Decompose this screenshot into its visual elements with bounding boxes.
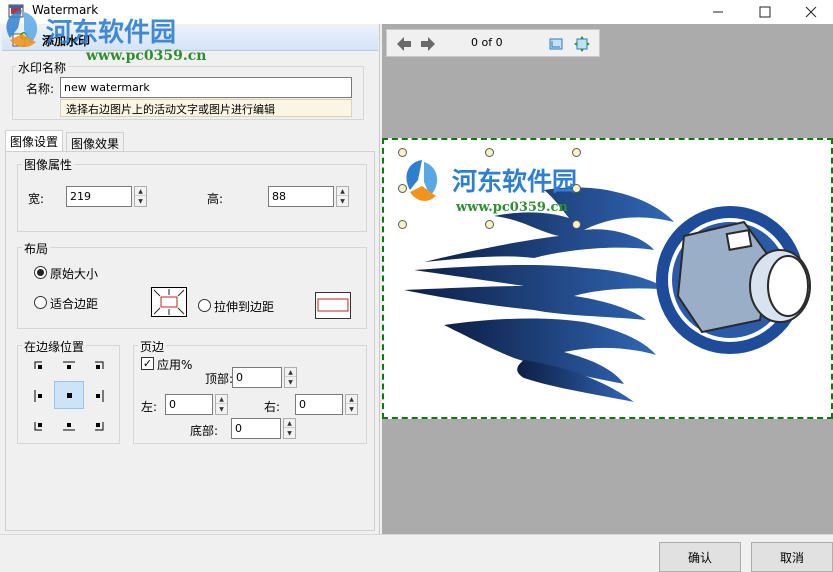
hint-text: 选择右边图片上的活动文字或图片进行编辑 bbox=[60, 99, 352, 117]
right-margin-label: 右: bbox=[264, 400, 281, 414]
watermark-name-title: 水印名称 bbox=[16, 59, 69, 76]
width-spinner[interactable]: ▲ ▼ bbox=[134, 186, 147, 207]
fit-margin-icon bbox=[151, 287, 187, 317]
preview-area: 0 of 0 河东软件园 www.pc0359.cn bbox=[382, 24, 833, 534]
prev-arrow-icon[interactable] bbox=[395, 35, 413, 53]
top-margin-spinner[interactable]: ▲ ▼ bbox=[284, 367, 297, 388]
watermark-logo-icon bbox=[402, 158, 442, 204]
apply-percent-label: 应用% bbox=[157, 358, 193, 372]
position-bottom-left[interactable] bbox=[34, 419, 46, 434]
apply-percent-checkbox[interactable]: ✓ bbox=[141, 357, 154, 370]
resize-handle-left[interactable] bbox=[398, 184, 407, 193]
resize-handle-top[interactable] bbox=[485, 148, 494, 157]
minimize-button[interactable] bbox=[695, 0, 741, 24]
preview-toolbar: 0 of 0 bbox=[386, 29, 600, 57]
resize-handle-bottom[interactable] bbox=[485, 220, 494, 229]
name-input[interactable] bbox=[60, 77, 352, 98]
watermark-text[interactable]: 河东软件园 bbox=[452, 162, 577, 198]
settings-panel: 添加水印 水印名称 名称: 选择右边图片上的活动文字或图片进行编辑 图像设置 图… bbox=[0, 24, 380, 534]
resize-handle-top-right[interactable] bbox=[572, 148, 581, 157]
margins-title: 页边 bbox=[138, 338, 167, 355]
position-bottom-right[interactable] bbox=[92, 419, 104, 434]
left-margin-input[interactable] bbox=[165, 394, 213, 415]
height-spinner[interactable]: ▲ ▼ bbox=[336, 186, 349, 207]
position-grid[interactable] bbox=[34, 361, 104, 431]
fit-page-icon[interactable] bbox=[547, 35, 565, 53]
position-bottom-center[interactable] bbox=[63, 419, 75, 434]
cancel-button[interactable]: 取消 bbox=[751, 542, 833, 572]
bottom-margin-label: 底部: bbox=[190, 424, 219, 438]
stretch-margin-icon bbox=[315, 292, 351, 319]
original-size-label: 原始大小 bbox=[50, 267, 99, 281]
layout-title: 布局 bbox=[22, 240, 51, 257]
position-middle-right[interactable] bbox=[92, 390, 104, 405]
position-top-right[interactable] bbox=[92, 361, 104, 376]
left-margin-spinner[interactable]: ▲ ▼ bbox=[215, 394, 228, 415]
site-watermark-name: 河东软件园 bbox=[46, 18, 177, 48]
zoom-actual-icon[interactable] bbox=[573, 35, 591, 53]
position-middle-left[interactable] bbox=[34, 390, 46, 405]
top-margin-input[interactable] bbox=[232, 367, 282, 388]
bottom-margin-input[interactable] bbox=[231, 418, 281, 439]
right-margin-input[interactable] bbox=[295, 394, 343, 415]
preview-canvas[interactable]: 河东软件园 www.pc0359.cn bbox=[382, 138, 833, 419]
site-watermark-url: www.pc0359.cn bbox=[86, 48, 207, 64]
resize-handle-bottom-left[interactable] bbox=[398, 220, 407, 229]
ok-button[interactable]: 确认 bbox=[659, 542, 741, 572]
close-button[interactable] bbox=[788, 0, 833, 24]
maximize-button[interactable] bbox=[742, 0, 788, 24]
fit-margin-label: 适合边距 bbox=[50, 297, 99, 311]
resize-handle-bottom-right[interactable] bbox=[572, 220, 581, 229]
height-label: 高: bbox=[207, 192, 224, 206]
name-label: 名称: bbox=[26, 82, 55, 96]
left-margin-label: 左: bbox=[141, 400, 158, 414]
edge-position-title: 在边缘位置 bbox=[22, 338, 87, 355]
right-margin-spinner[interactable]: ▲ ▼ bbox=[345, 394, 358, 415]
resize-handle-top-left[interactable] bbox=[398, 148, 407, 157]
position-top-center[interactable] bbox=[63, 361, 75, 376]
height-input[interactable] bbox=[268, 186, 334, 207]
width-label: 宽: bbox=[28, 192, 45, 206]
site-logo-icon bbox=[2, 8, 42, 50]
position-top-left[interactable] bbox=[34, 361, 46, 376]
image-properties-title: 图像属性 bbox=[22, 156, 75, 173]
top-margin-label: 顶部: bbox=[205, 372, 234, 386]
radio-original-size[interactable] bbox=[34, 266, 47, 279]
radio-stretch-margin[interactable] bbox=[198, 299, 211, 312]
next-arrow-icon[interactable] bbox=[419, 35, 437, 53]
bottom-margin-spinner[interactable]: ▲ ▼ bbox=[283, 418, 296, 439]
watermark-url-text: www.pc0359.cn bbox=[456, 200, 568, 215]
position-center[interactable] bbox=[54, 381, 84, 409]
dialog-button-bar: 确认 取消 bbox=[0, 534, 833, 572]
tab-image-settings[interactable]: 图像设置 bbox=[5, 130, 64, 152]
stretch-margin-label: 拉伸到边距 bbox=[214, 300, 275, 314]
width-input[interactable] bbox=[66, 186, 132, 207]
tab-image-effects[interactable]: 图像效果 bbox=[66, 132, 125, 152]
resize-handle-right[interactable] bbox=[572, 184, 581, 193]
page-counter: 0 of 0 bbox=[471, 36, 503, 49]
radio-fit-margin[interactable] bbox=[34, 296, 47, 309]
